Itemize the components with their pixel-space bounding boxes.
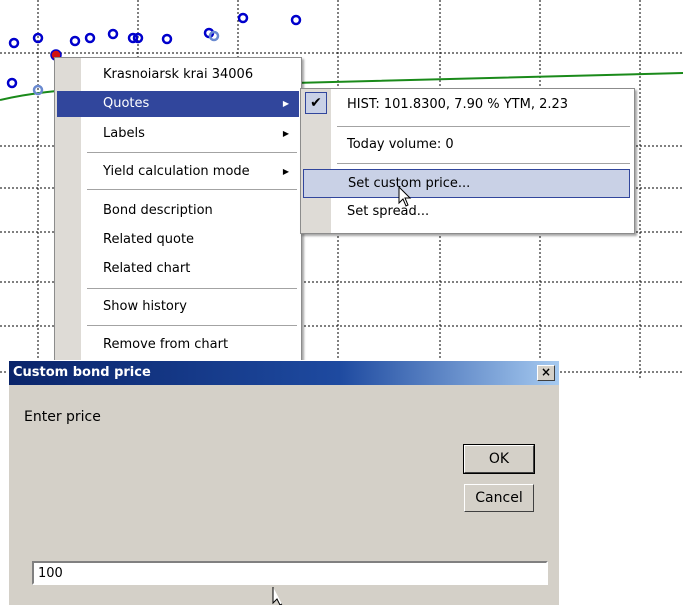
bond-point[interactable] — [84, 32, 96, 44]
menu-separator — [87, 325, 297, 326]
mouse-pointer-icon — [398, 186, 412, 207]
dialog-titlebar[interactable]: Custom bond price × — [9, 361, 559, 385]
menu-item-label: Show history — [103, 299, 187, 314]
submenu-arrow-icon: ▶ — [282, 99, 289, 108]
menu-item-label: Krasnoiarsk krai 34006 — [103, 67, 254, 82]
menu-separator — [87, 152, 297, 153]
quotes-submenu: ✔ HIST: 101.8300, 7.90 % YTM, 2.23 Today… — [300, 88, 635, 234]
bond-context-menu: Krasnoiarsk krai 34006 Quotes ▶ Labels ▶… — [54, 57, 302, 363]
menu-item-remove-from-chart[interactable]: Remove from chart — [81, 332, 299, 358]
menu-item-related-quote[interactable]: Related quote — [81, 227, 299, 253]
bond-point[interactable] — [6, 77, 18, 89]
menu-item-label: Set spread... — [347, 204, 430, 219]
menu-item-show-history[interactable]: Show history — [81, 294, 299, 320]
mouse-pointer-icon — [272, 587, 283, 605]
close-icon: × — [540, 365, 552, 379]
menu-separator — [337, 163, 630, 164]
bond-point[interactable] — [107, 28, 119, 40]
bond-point[interactable] — [208, 30, 220, 42]
submenu-item-today-volume[interactable]: Today volume: 0 — [331, 132, 632, 158]
menu-item-label: Related chart — [103, 261, 191, 276]
menu-item-bond-name[interactable]: Krasnoiarsk krai 34006 — [81, 62, 299, 88]
bond-point[interactable] — [237, 12, 249, 24]
submenu-arrow-icon: ▶ — [282, 129, 289, 138]
enter-price-label: Enter price — [24, 409, 101, 425]
submenu-item-set-custom-price[interactable]: Set custom price... — [303, 169, 630, 198]
dialog-title: Custom bond price — [13, 365, 151, 380]
custom-bond-price-dialog: Custom bond price × Enter price OK Cance… — [8, 360, 559, 605]
cancel-button[interactable]: Cancel — [464, 484, 534, 512]
menu-item-bond-description[interactable]: Bond description — [81, 198, 299, 224]
menu-separator — [337, 126, 630, 127]
menu-item-label: Today volume: 0 — [347, 137, 454, 152]
menu-item-label: Quotes — [103, 96, 150, 111]
menu-item-label: Related quote — [103, 232, 195, 247]
menu-item-labels[interactable]: Labels ▶ — [81, 121, 299, 147]
bond-point[interactable] — [290, 14, 302, 26]
bond-point[interactable] — [69, 35, 81, 47]
submenu-item-set-spread[interactable]: Set spread... — [331, 199, 632, 225]
menu-item-quotes[interactable]: Quotes ▶ — [57, 91, 299, 117]
menu-item-related-chart[interactable]: Related chart — [81, 256, 299, 282]
checkmark-icon: ✔ — [305, 92, 327, 114]
menu-item-label: Bond description — [103, 203, 213, 218]
submenu-item-hist-quote[interactable]: HIST: 101.8300, 7.90 % YTM, 2.23 — [331, 92, 632, 118]
menu-separator — [87, 189, 297, 190]
close-button[interactable]: × — [537, 365, 555, 381]
menu-item-label: Labels — [103, 126, 145, 141]
bond-point[interactable] — [8, 37, 20, 49]
menu-item-label: HIST: 101.8300, 7.90 % YTM, 2.23 — [347, 97, 569, 112]
menu-item-yield-calculation-mode[interactable]: Yield calculation mode ▶ — [81, 159, 299, 185]
menu-separator — [87, 288, 297, 289]
menu-item-label: Remove from chart — [103, 337, 229, 352]
submenu-arrow-icon: ▶ — [282, 167, 289, 176]
price-input[interactable] — [32, 561, 548, 585]
menu-item-label: Yield calculation mode — [103, 164, 250, 179]
ok-button[interactable]: OK — [463, 444, 535, 474]
bond-point[interactable] — [161, 33, 173, 45]
